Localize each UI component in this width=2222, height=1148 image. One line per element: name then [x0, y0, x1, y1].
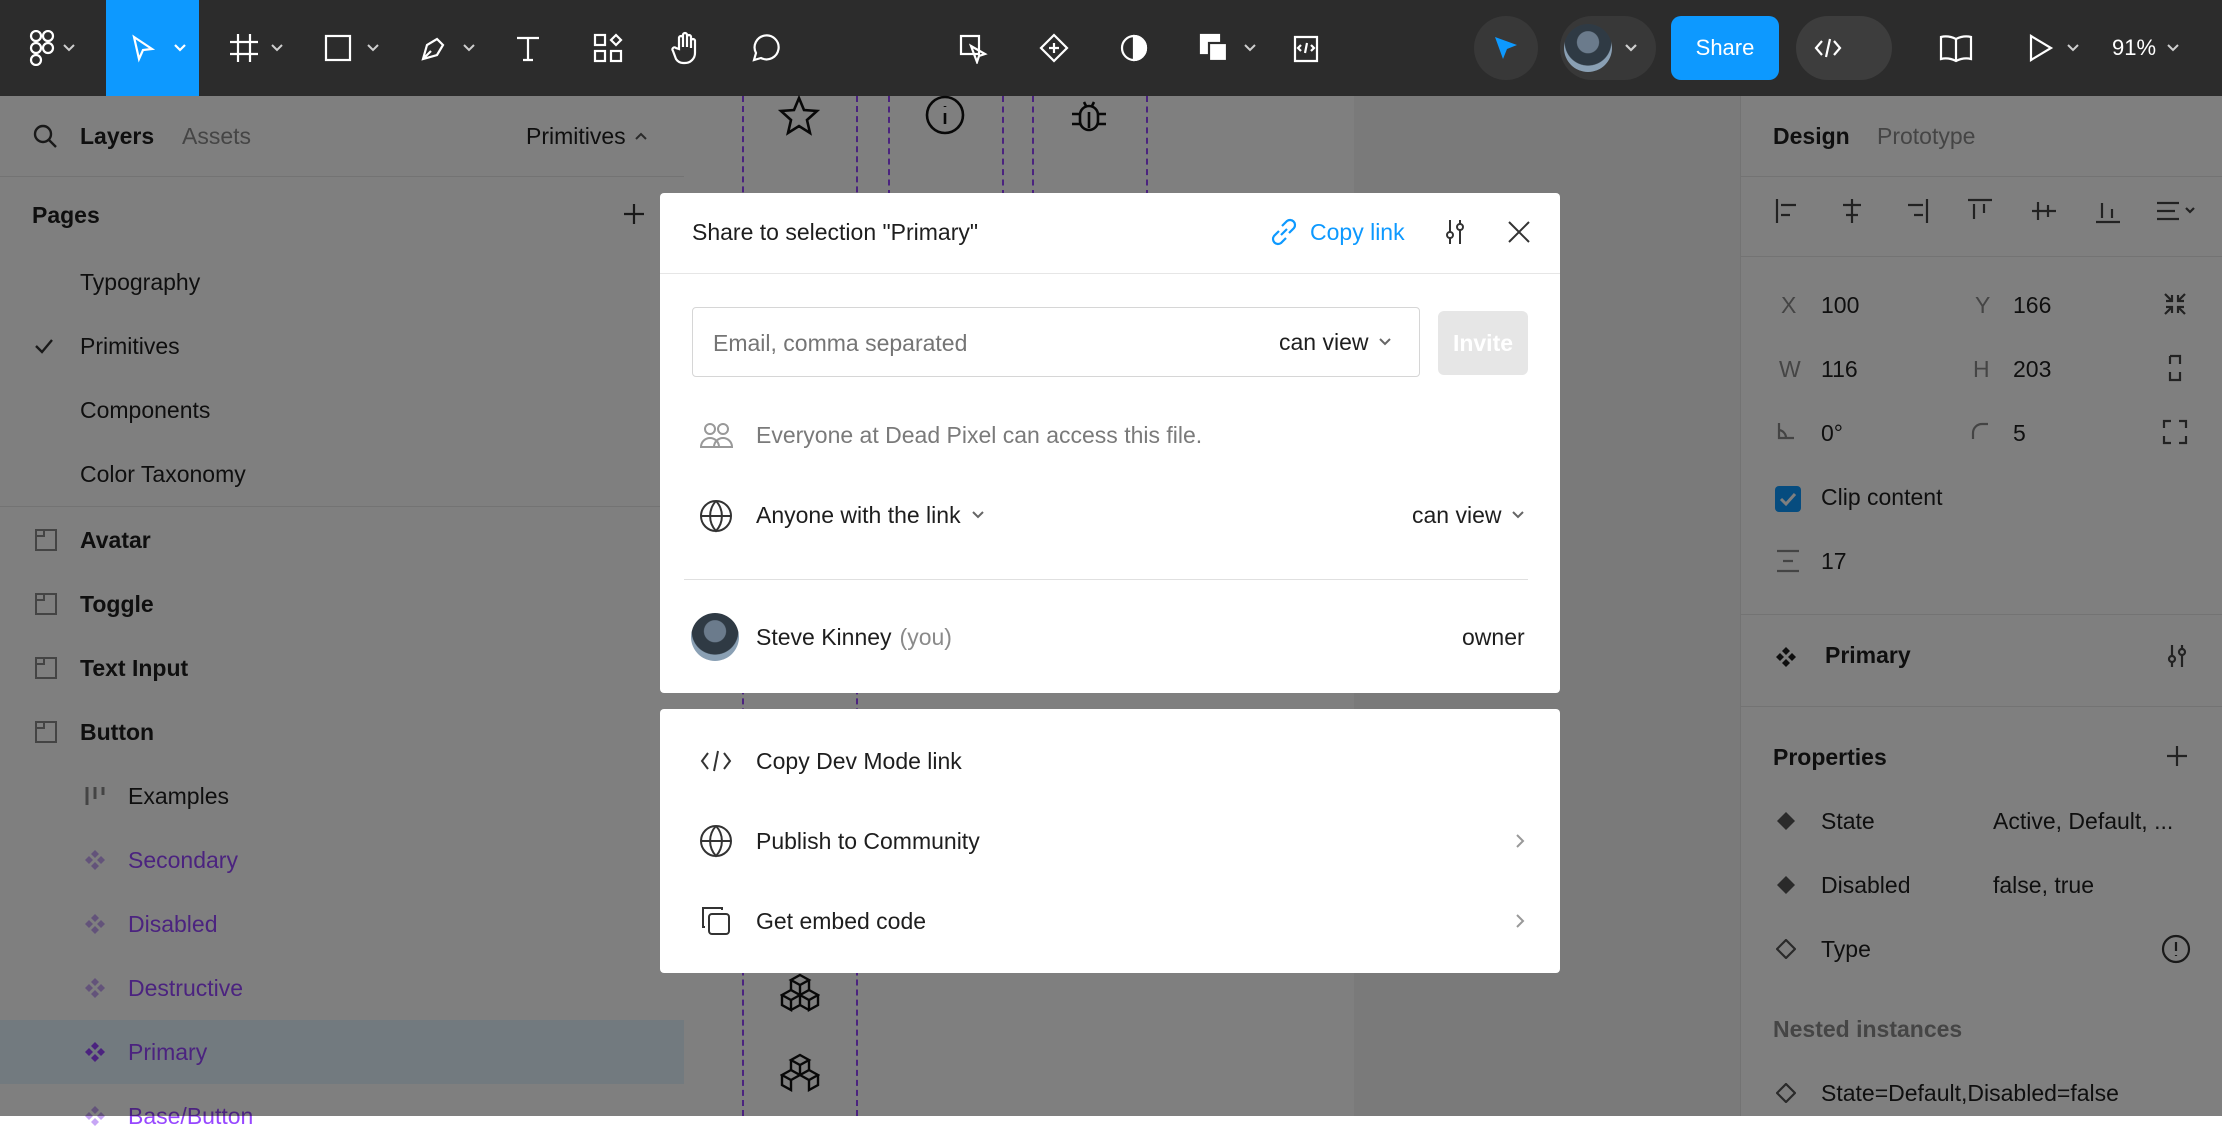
chevron-down-icon[interactable]	[462, 0, 476, 96]
move-tool-button[interactable]	[106, 0, 199, 96]
chevron-down-icon[interactable]	[62, 0, 76, 96]
chevron-down-icon	[2167, 44, 2179, 52]
menu-item-label: Get embed code	[756, 907, 927, 934]
zoom-level-text: 91%	[2112, 35, 2157, 60]
chevron-down-icon	[1379, 338, 1392, 346]
boolean-groups-icon[interactable]	[1196, 0, 1232, 96]
chevron-down-icon	[971, 511, 984, 519]
copy-embed-icon	[698, 903, 734, 939]
user-name: Steve Kinney (you)	[756, 619, 952, 655]
email-permission-dropdown[interactable]: can view	[1279, 308, 1392, 376]
share-button[interactable]: Share	[1671, 16, 1779, 80]
link-access-dropdown[interactable]: Anyone with the link	[756, 497, 985, 533]
team-icon	[698, 420, 734, 450]
user-name-text: Steve Kinney	[756, 623, 892, 650]
link-access-label: Anyone with the link	[756, 501, 961, 528]
menu-item-label: Publish to Community	[756, 827, 980, 854]
copy-link-button[interactable]: Copy link	[1268, 214, 1405, 250]
frame-tool-icon[interactable]	[226, 0, 262, 96]
user-you-tag: (you)	[899, 623, 952, 650]
chevron-down-icon[interactable]	[270, 0, 284, 96]
close-icon[interactable]	[1502, 214, 1536, 250]
code-icon	[698, 743, 734, 779]
resources-icon[interactable]	[590, 0, 626, 96]
crop-image-icon[interactable]	[1290, 0, 1326, 96]
share-dialog-title: Share to selection "Primary"	[692, 218, 979, 245]
create-component-icon[interactable]	[1036, 0, 1072, 96]
globe-icon	[698, 823, 734, 859]
chevron-down-icon	[1625, 44, 1637, 52]
top-toolbar: Share 91%	[0, 0, 2222, 96]
comment-tool-icon[interactable]	[748, 0, 784, 96]
zoom-level-menu[interactable]: 91%	[2112, 0, 2180, 96]
invite-button[interactable]: Invite	[1438, 311, 1528, 375]
publish-to-community-item[interactable]: Publish to Community	[660, 801, 1560, 881]
copy-dev-mode-link-item[interactable]: Copy Dev Mode link	[660, 721, 1560, 801]
figma-menu-icon[interactable]	[24, 0, 60, 96]
user-role: owner	[1462, 623, 1525, 650]
divider	[660, 273, 1560, 274]
mask-icon[interactable]	[1116, 0, 1152, 96]
email-permission-label: can view	[1279, 328, 1369, 355]
rectangle-tool-icon[interactable]	[320, 0, 356, 96]
chevron-down-icon[interactable]	[1243, 0, 1257, 96]
pen-tool-icon[interactable]	[416, 0, 452, 96]
chevron-down-icon[interactable]	[2066, 0, 2080, 96]
text-tool-icon[interactable]	[510, 0, 546, 96]
get-embed-code-item[interactable]: Get embed code	[660, 881, 1560, 961]
user-avatar-menu[interactable]	[1560, 16, 1656, 80]
link-permission-label: can view	[1412, 501, 1502, 528]
hand-tool-icon[interactable]	[668, 0, 704, 96]
menu-item-label: Copy Dev Mode link	[756, 747, 962, 774]
chevron-right-icon	[1512, 903, 1528, 939]
present-play-icon[interactable]	[2022, 0, 2058, 96]
email-input[interactable]	[711, 322, 1235, 364]
link-icon	[1271, 218, 1297, 246]
globe-icon	[698, 498, 734, 534]
dev-mode-toggle[interactable]	[1796, 16, 1892, 80]
avatar	[691, 613, 739, 661]
copy-link-label: Copy link	[1310, 218, 1405, 245]
chevron-right-icon	[1512, 823, 1528, 859]
org-access-text: Everyone at Dead Pixel can access this f…	[756, 421, 1203, 448]
share-settings-icon[interactable]	[1438, 214, 1472, 250]
chevron-down-icon	[1512, 511, 1525, 519]
chevron-down-icon[interactable]	[366, 0, 380, 96]
library-icon[interactable]	[1936, 0, 1976, 96]
component-tools-icon[interactable]	[955, 0, 991, 96]
code-icon	[1804, 16, 1852, 80]
multiplayer-cursor-icon[interactable]	[1474, 16, 1538, 80]
link-permission-dropdown[interactable]: can view	[1412, 497, 1525, 533]
avatar	[1564, 24, 1612, 72]
divider	[684, 579, 1528, 580]
email-input-group: can view	[692, 307, 1420, 377]
